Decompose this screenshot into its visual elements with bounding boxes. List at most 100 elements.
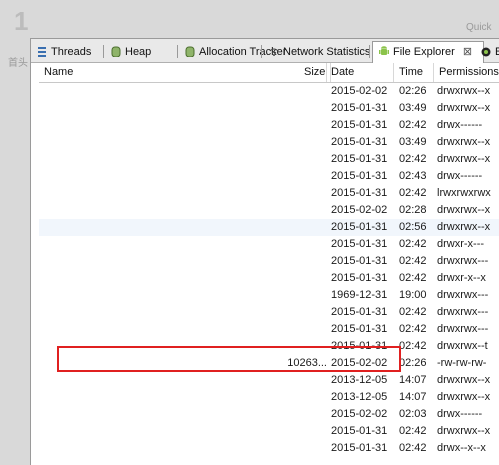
file-date: 2015-01-31 [331,221,388,233]
table-row[interactable]: ▷dalvik-cache2015-02-0202:28drwxrwx--x [39,202,499,219]
file-date: 2015-02-02 [331,408,388,420]
heap-icon [111,46,121,57]
column-name[interactable]: Name [39,63,327,82]
tab-heap[interactable]: Heap [105,42,155,62]
file-date: 2015-01-31 [331,119,388,131]
file-time: 02:42 [399,425,427,437]
table-row[interactable]: ▷security2015-01-3102:42drwx--x--x [39,440,499,457]
file-size: 10263... [287,357,327,369]
file-date: 1969-12-31 [331,289,388,301]
file-permissions: drwxrwx--x [437,204,491,216]
table-row[interactable]: ▼data2015-02-0202:26drwxrwx--x [39,83,499,100]
tab-heap-label: Heap [125,46,152,58]
tab-network-statistics-label: Network Statistics [283,46,371,58]
table-row[interactable]: ▷nativebenchmark2013-12-0514:07drwxrwx--… [39,372,499,389]
file-permissions: drwxrwx--- [437,306,489,318]
table-row[interactable]: ▷app2015-01-3103:49drwxrwx--x [39,100,499,117]
column-time[interactable]: Time [394,63,434,82]
tab-emulator-label: E [495,46,499,58]
table-row[interactable]: ▷drm2015-01-3102:42drwxrwx--- [39,253,499,270]
file-time: 14:07 [399,374,427,386]
file-date: 2015-01-31 [331,187,388,199]
table-row[interactable]: ▷dontpanic2015-01-3102:42drwxr-x--- [39,236,499,253]
file-time: 02:42 [399,119,427,131]
file-time: 02:43 [399,170,427,182]
table-row[interactable]: ▷resource-cache2015-01-3102:42drwxrwx--x [39,423,499,440]
tab-emulator[interactable]: E [475,42,499,62]
tab-separator [261,45,262,58]
file-time: 02:26 [399,357,427,369]
tab-separator [369,45,370,58]
close-icon[interactable]: ⊠ [463,46,472,58]
file-permissions: drwxrwx--x [437,153,491,165]
file-time: 02:56 [399,221,427,233]
table-row[interactable]: ▷data2015-01-3102:56drwxrwx--x [39,219,499,236]
file-permissions: lrwxrwxrwx [437,187,491,199]
emulator-icon [481,47,491,57]
file-date: 2015-01-31 [331,153,388,165]
file-permissions: drwx------ [437,170,483,182]
ddms-panel: Threads Heap Allocation Tracker Network … [30,38,499,465]
file-time: 02:28 [399,204,427,216]
column-permissions[interactable]: Permissions [434,63,499,82]
tab-separator [177,45,178,58]
table-row[interactable]: ▷backup2015-01-3102:43drwx------ [39,168,499,185]
table-row[interactable]: ▷app-private2015-01-3102:42drwxrwx--x [39,151,499,168]
file-permissions: drwxrwx--x [437,221,491,233]
file-date: 2013-12-05 [331,374,388,386]
quick-access-label: Quick [466,22,492,33]
table-row[interactable]: ▷local2015-01-3102:42drwxr-x--x [39,270,499,287]
background-title: 1 [14,6,29,36]
background-text: 首头 [8,58,28,69]
file-time: 02:42 [399,153,427,165]
allocation-tracker-icon [185,46,195,57]
file-permissions: drwx------ [437,119,483,131]
file-permissions: drwxrwx--x [437,425,491,437]
file-date: 2015-01-31 [331,238,388,250]
file-date: 2015-01-31 [331,442,388,454]
table-row[interactable]: myMP3.mp310263...2015-02-0202:26-rw-rw-r… [39,355,499,372]
tab-network-statistics[interactable]: Network Statistics [263,42,374,62]
column-date[interactable]: Date [326,63,394,82]
file-time: 02:42 [399,340,427,352]
table-row[interactable]: ▷app-asec2015-01-3102:42drwx------ [39,117,499,134]
table-row[interactable]: bugreports2015-01-3102:42lrwxrwxrwx [39,185,499,202]
file-date: 2015-01-31 [331,255,388,267]
table-row[interactable]: ▷app-lib2015-01-3103:49drwxrwx--x [39,134,499,151]
tab-threads-label: Threads [51,46,92,58]
table-row[interactable]: ▷lost+found1969-12-3119:00drwxrwx--- [39,287,499,304]
file-permissions: drwx------ [437,408,483,420]
file-permissions: drwxrwx--x [437,136,491,148]
table-row[interactable]: ▷property2015-02-0202:03drwx------ [39,406,499,423]
file-date: 2015-02-02 [331,204,388,216]
table-row[interactable]: ▷misc2015-01-3102:42drwxrwx--t [39,338,499,355]
file-date: 2015-02-02 [331,85,388,97]
table-row[interactable]: ▷nativetest2013-12-0514:07drwxrwx--x [39,389,499,406]
file-permissions: drwxr-x--x [437,272,486,284]
file-time: 03:49 [399,136,427,148]
file-permissions: drwxrwx--x [437,391,491,403]
tab-threads[interactable]: Threads [31,42,95,62]
file-permissions: drwxrwx--x [437,374,491,386]
file-date: 2015-01-31 [331,425,388,437]
file-date: 2015-01-31 [331,323,388,335]
table-row[interactable]: ▷mediadrm2015-01-3102:42drwxrwx--- [39,321,499,338]
file-time: 14:07 [399,391,427,403]
file-time: 02:42 [399,187,427,199]
file-time: 02:42 [399,255,427,267]
file-date: 2015-01-31 [331,340,388,352]
tab-file-explorer[interactable]: File Explorer ⊠ [372,41,484,63]
file-time: 02:03 [399,408,427,420]
file-time: 03:49 [399,102,427,114]
table-header: Name Size Date Time Permissions [39,63,499,83]
file-date: 2015-01-31 [331,306,388,318]
file-date: 2013-12-05 [331,391,388,403]
file-time: 02:42 [399,323,427,335]
file-permissions: drwxrwx--x [437,102,491,114]
table-row[interactable]: ▷media2015-01-3102:42drwxrwx--- [39,304,499,321]
file-permissions: -rw-rw-rw- [437,357,487,369]
file-permissions: drwxrwx--- [437,289,489,301]
file-permissions: drwxrwx--x [437,85,491,97]
file-date: 2015-01-31 [331,170,388,182]
network-icon [269,48,279,56]
